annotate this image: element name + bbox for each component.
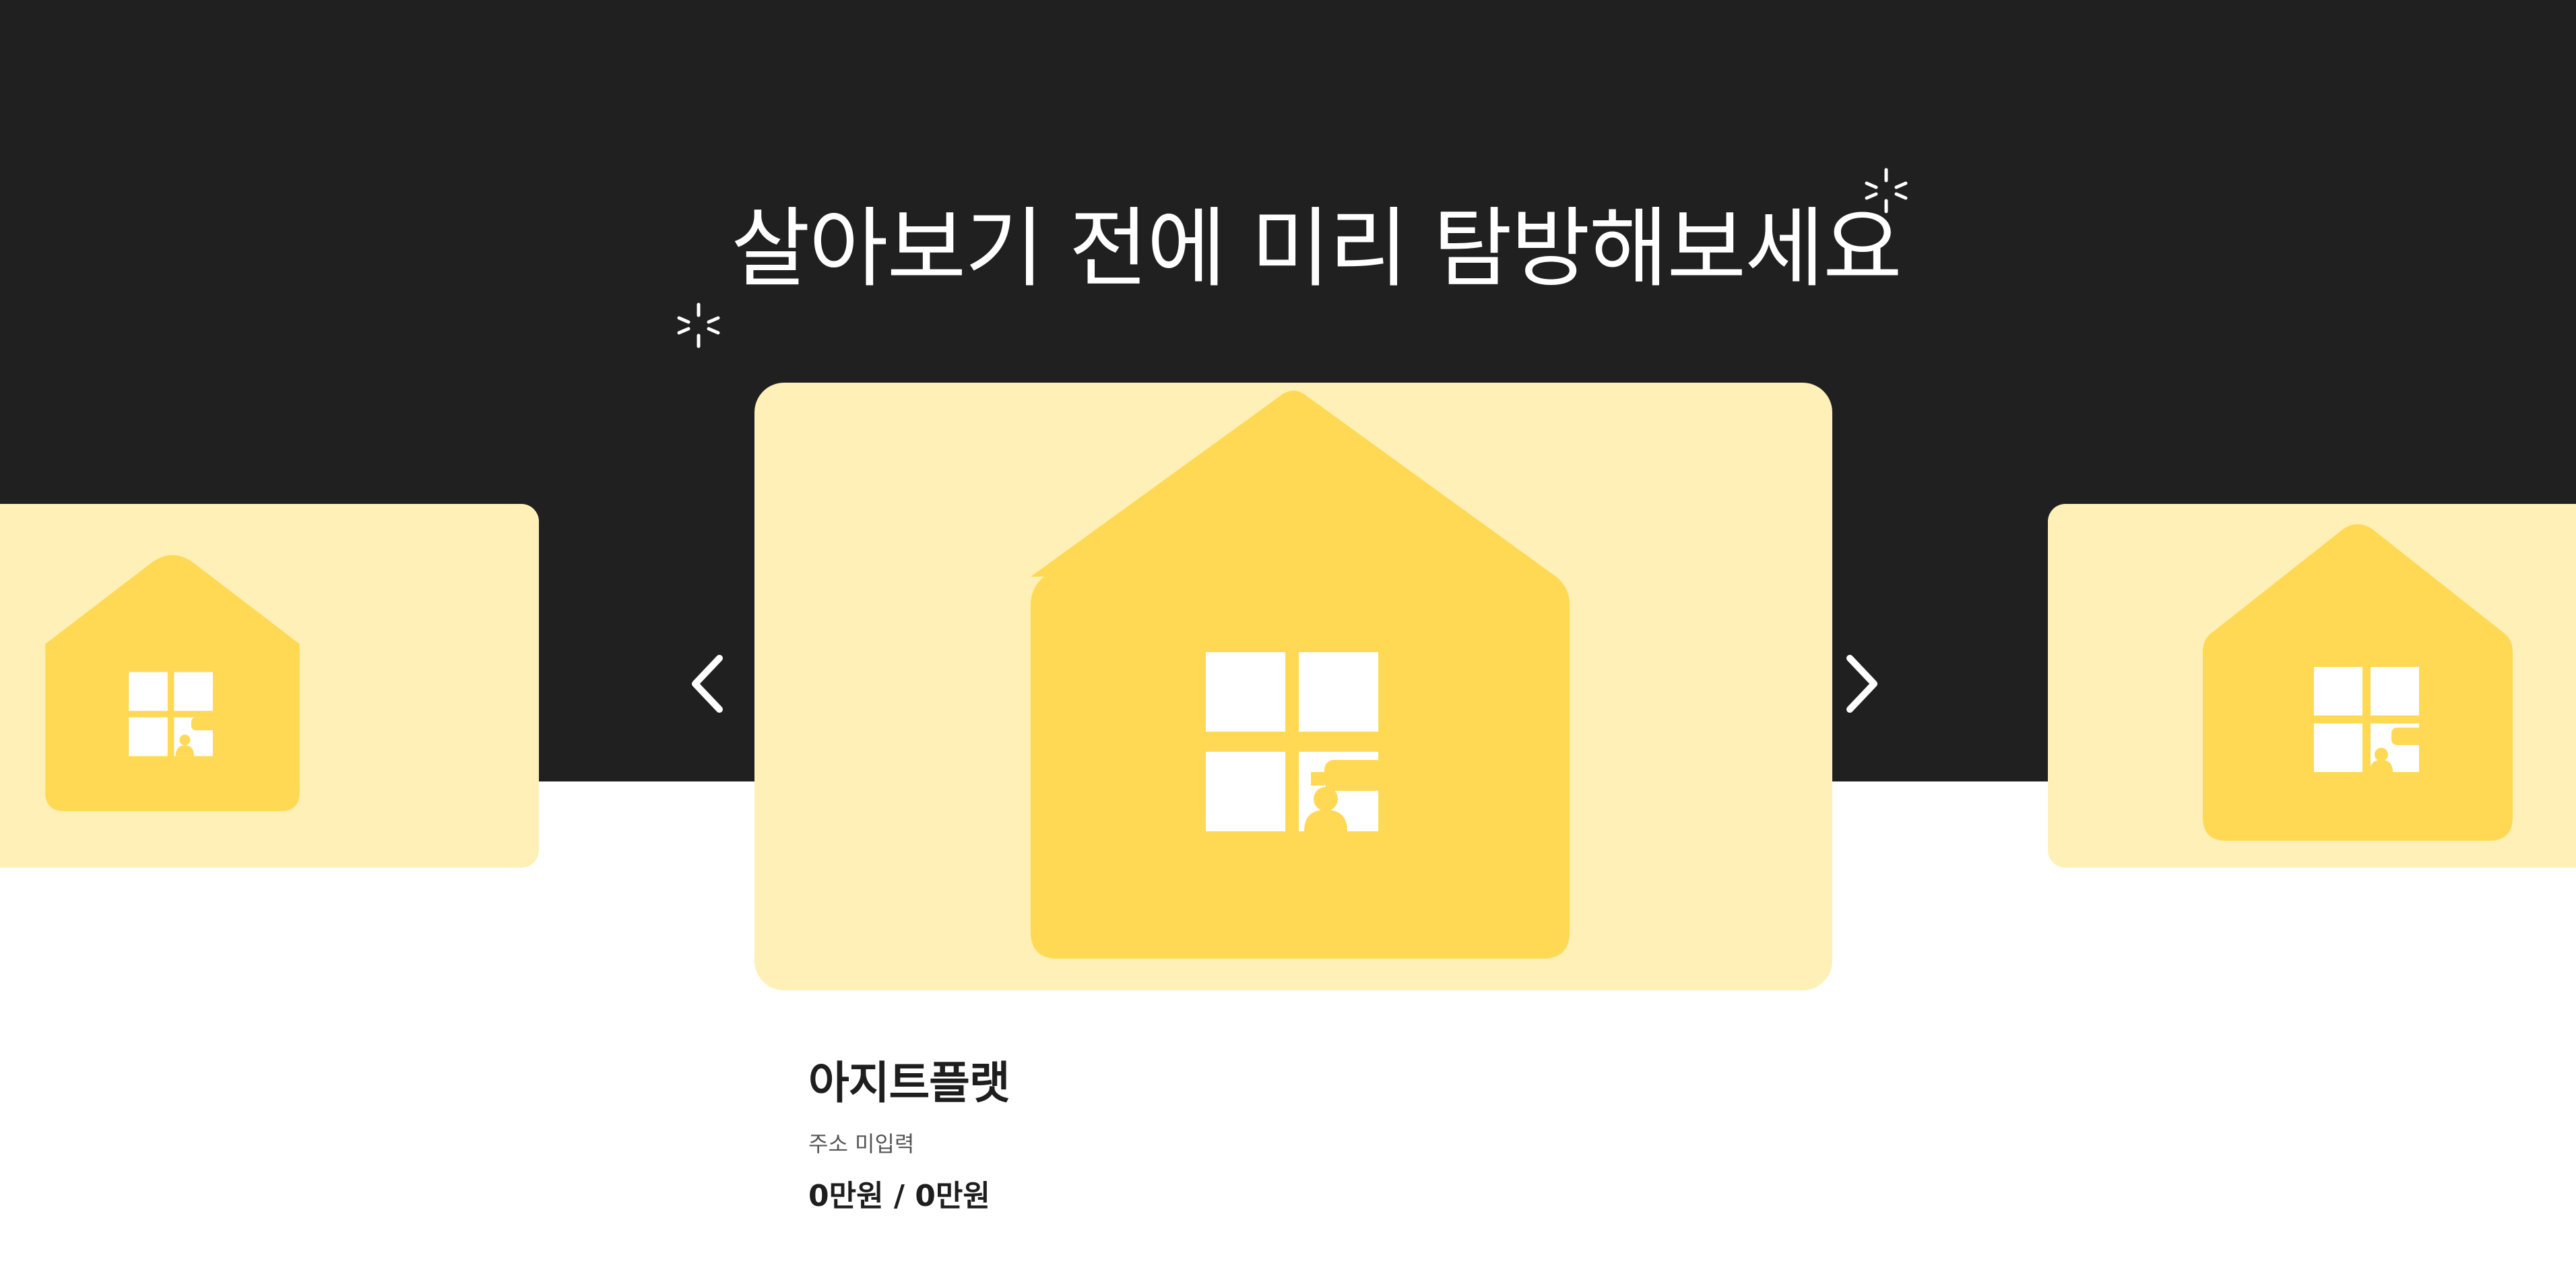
hero-headline: 살아보기 전에 미리 탐방해보세요	[731, 199, 1902, 299]
house-illustration	[1031, 391, 1570, 959]
listing-price: 0만원 / 0만원	[808, 1179, 990, 1213]
carousel-card-next[interactable]	[2048, 504, 2576, 868]
listing-address: 주소 미입력	[808, 1131, 915, 1157]
carousel-card-previous[interactable]	[0, 504, 539, 868]
chevron-right-icon	[1846, 655, 1877, 713]
sparkle-icon	[675, 302, 722, 349]
listing-name[interactable]: 아지트플랫	[808, 1051, 1617, 1116]
chevron-left-icon	[692, 655, 723, 713]
carousel-card-current[interactable]	[754, 383, 1832, 990]
sparkle-icon	[1863, 167, 1910, 214]
carousel-prev-button[interactable]	[680, 647, 734, 721]
house-illustration	[2203, 524, 2513, 841]
house-illustration	[45, 555, 300, 811]
carousel-next-button[interactable]	[1835, 647, 1889, 721]
listing-info: 아지트플랫 주소 미입력 0만원 / 0만원	[808, 1051, 1617, 1218]
